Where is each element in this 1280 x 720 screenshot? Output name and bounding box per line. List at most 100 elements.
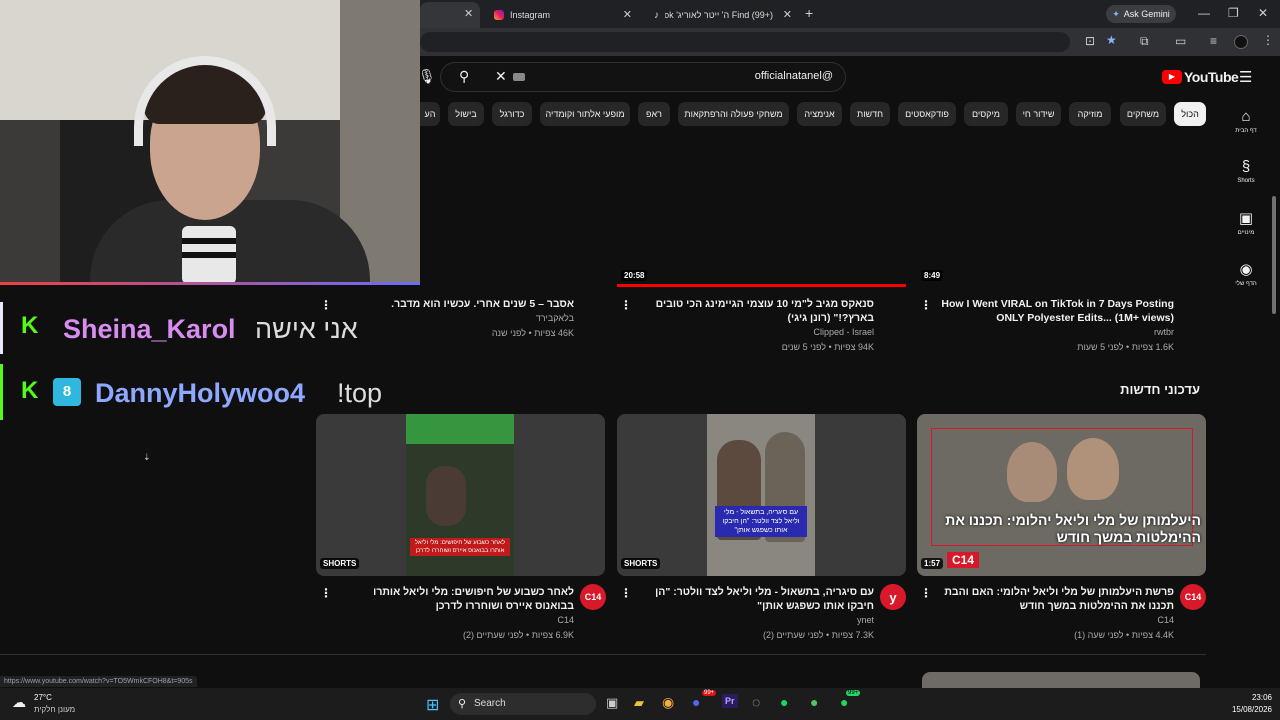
rail-subscriptions[interactable]: ▣ מינויים: [1224, 209, 1268, 236]
video-card[interactable]: סנאקס מגיב ל"מי 10 עוצמי הגיימינג הכי טו…: [630, 297, 874, 355]
split-view-icon[interactable]: ▭: [1175, 34, 1186, 48]
bookmark-star-icon[interactable]: ★: [1106, 33, 1117, 47]
microphone-icon[interactable]: 🎙: [418, 68, 436, 85]
close-icon[interactable]: ✕: [623, 8, 632, 21]
new-tab-button[interactable]: +: [805, 5, 813, 21]
channel-name[interactable]: Clipped - Israel: [630, 325, 874, 340]
video-title[interactable]: סנאקס מגיב ל"מי 10 עוצמי הגיימינג הכי טו…: [630, 297, 874, 325]
chrome-icon[interactable]: ◉: [662, 694, 674, 711]
rail-home[interactable]: ⌂ דף הבית: [1224, 108, 1268, 134]
video-card[interactable]: How I Went VIRAL on TikTok in 7 Days Pos…: [930, 297, 1174, 355]
channel-name[interactable]: C14: [332, 613, 574, 628]
task-view-icon[interactable]: ▣: [606, 695, 618, 711]
rail-you[interactable]: ◉ הדף שלי: [1224, 260, 1268, 287]
chip-podcasts[interactable]: פודקאסטים: [898, 102, 956, 126]
chat-text: !top: [337, 378, 383, 408]
video-card[interactable]: פרשת היעלמותן של מלי וליאל יהלומי: האם ו…: [932, 585, 1174, 643]
video-card[interactable]: עם סיגריה, בתשאול - מלי וליאל לצד וולטר:…: [632, 585, 874, 643]
extensions-icon[interactable]: ⧉: [1140, 34, 1149, 49]
close-window-icon[interactable]: ✕: [1258, 6, 1268, 20]
chip-partial[interactable]: הע: [420, 102, 440, 126]
media-icon[interactable]: ≡: [1210, 34, 1217, 48]
gemini-icon: ✦: [1112, 8, 1120, 19]
hamburger-menu-icon[interactable]: ☰: [1239, 68, 1252, 86]
more-options-icon[interactable]: ⋮: [320, 586, 332, 600]
discord-icon[interactable]: ●: [692, 694, 700, 710]
video-title[interactable]: פרשת היעלמותן של מלי וליאל יהלומי: האם ו…: [932, 585, 1174, 613]
premiere-icon[interactable]: Pr: [722, 694, 738, 708]
next-thumbnail-edge[interactable]: [922, 672, 1200, 688]
more-options-icon[interactable]: ⋮: [920, 298, 932, 312]
chip-music[interactable]: מוזיקה: [1069, 102, 1111, 126]
search-input[interactable]: officialnatanel@: [755, 70, 833, 82]
app-icon[interactable]: ◌: [752, 694, 760, 710]
video-stats: 94K צפיות • לפני 5 שנים: [781, 342, 874, 352]
chip-news[interactable]: חדשות: [850, 102, 890, 126]
vertical-video-frame: לאחר כשבוע של חיפושים: מלי וליאל אותרו ב…: [406, 414, 514, 576]
whatsapp-icon[interactable]: ●: [840, 694, 848, 710]
more-options-icon[interactable]: ⋮: [620, 298, 632, 312]
minimize-icon[interactable]: —: [1198, 6, 1210, 20]
person-figure: [426, 466, 466, 526]
clock-date[interactable]: 15/08/2026: [1226, 705, 1272, 714]
youtube-logo[interactable]: ▶ YouTube: [1162, 69, 1239, 85]
news-thumbnail[interactable]: לאחר כשבוע של חיפושים: מלי וליאל אותרו ב…: [316, 414, 605, 576]
keyboard-icon[interactable]: [513, 73, 525, 81]
chip-live[interactable]: שידור חי: [1016, 102, 1061, 126]
channel-name[interactable]: rwtbr: [930, 325, 1174, 340]
close-icon[interactable]: ✕: [783, 8, 792, 21]
chip-games[interactable]: משחקים: [1120, 102, 1166, 126]
menu-dots-icon[interactable]: ⋮: [1262, 33, 1274, 47]
more-options-icon[interactable]: ⋮: [620, 586, 632, 600]
video-title[interactable]: לאחר כשבוע של חיפושים: מלי וליאל אותרו ב…: [332, 585, 574, 613]
news-thumbnail[interactable]: היעלמותן של מלי וליאל יהלומי: תכננו את ה…: [917, 414, 1206, 576]
address-bar[interactable]: [420, 32, 1070, 52]
video-title[interactable]: How I Went VIRAL on TikTok in 7 Days Pos…: [930, 297, 1174, 325]
clock-time[interactable]: 23:06: [1242, 693, 1272, 702]
channel-avatar[interactable]: C14: [1180, 584, 1206, 610]
channel-name[interactable]: ynet: [632, 613, 874, 628]
windows-start-icon[interactable]: ⊞: [426, 695, 439, 715]
video-stats: 7.3K צפיות • לפני שעתיים (2): [762, 630, 874, 640]
chip-rap[interactable]: ראפ: [638, 102, 670, 126]
close-icon[interactable]: ✕: [464, 7, 473, 20]
taskbar-search[interactable]: ⚲ Search: [450, 693, 596, 715]
spotify-icon[interactable]: ●: [780, 694, 788, 710]
tab-instagram[interactable]: Instagram ✕: [484, 2, 640, 28]
search-box[interactable]: ⚲ ✕ officialnatanel@: [440, 62, 846, 92]
channel-name[interactable]: C14: [932, 613, 1174, 628]
video-card[interactable]: לאחר כשבוע של חיפושים: מלי וליאל אותרו ב…: [332, 585, 574, 643]
subscriptions-icon: ▣: [1238, 210, 1254, 227]
video-thumbnail[interactable]: 8:49: [917, 130, 1206, 286]
news-thumbnail[interactable]: עם סיגריה, בתשאול - מלי וליאל לצד וולטר:…: [617, 414, 906, 576]
notification-badge: 99+: [846, 690, 861, 696]
rail-shorts[interactable]: § Shorts: [1224, 158, 1268, 184]
shorts-icon: §: [1241, 158, 1251, 175]
install-icon[interactable]: ⊡: [1085, 34, 1095, 48]
scrollbar-thumb[interactable]: [1272, 196, 1276, 314]
tab-hidden[interactable]: ✕: [420, 2, 480, 28]
chip-comedy[interactable]: מופעי אלתור וקומדיה: [540, 102, 630, 126]
clear-search-icon[interactable]: ✕: [495, 68, 507, 85]
profile-avatar[interactable]: [1234, 35, 1248, 49]
chip-football[interactable]: כדורגל: [492, 102, 532, 126]
tab-tiktok[interactable]: ♪ Find (99+) ה' ייטר לאוריג' on TikTok ✕: [644, 2, 800, 28]
chip-animation[interactable]: אנימציה: [797, 102, 842, 126]
search-icon[interactable]: ⚲: [459, 68, 469, 85]
shorts-badge: SHORTS: [621, 558, 661, 569]
chip-action-games[interactable]: משחקי פעולה והרפתקאות: [678, 102, 789, 126]
video-title[interactable]: עם סיגריה, בתשאול - מלי וליאל לצד וולטר:…: [632, 585, 874, 613]
chip-all[interactable]: הכול: [1174, 102, 1206, 126]
channel-avatar[interactable]: y: [880, 584, 906, 610]
channel-logo-badge: C14: [947, 552, 980, 568]
file-explorer-icon[interactable]: ▰: [634, 695, 644, 711]
more-options-icon[interactable]: ⋮: [920, 586, 932, 600]
chip-mixes[interactable]: מיקסים: [964, 102, 1008, 126]
video-thumbnail[interactable]: 20:58: [617, 130, 906, 287]
weather-icon[interactable]: ☁: [12, 694, 26, 711]
ask-gemini-button[interactable]: ✦ Ask Gemini: [1106, 5, 1176, 23]
chip-cooking[interactable]: בישול: [448, 102, 484, 126]
messenger-icon[interactable]: ●: [810, 694, 818, 710]
restore-icon[interactable]: ❐: [1228, 6, 1239, 20]
channel-avatar[interactable]: C14: [580, 584, 606, 610]
